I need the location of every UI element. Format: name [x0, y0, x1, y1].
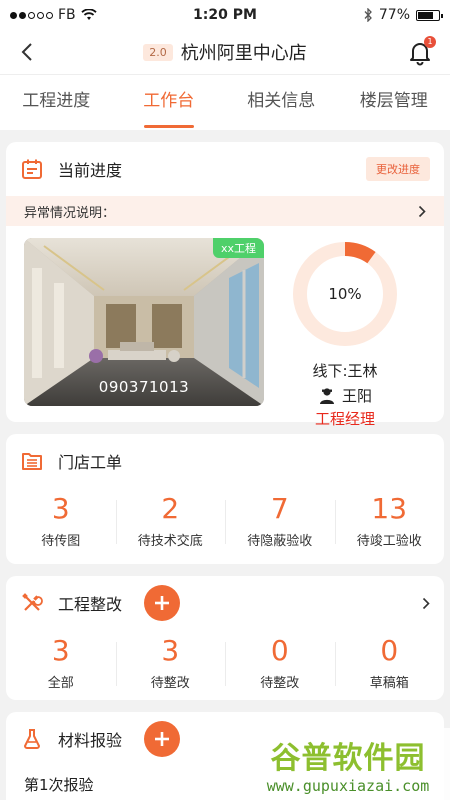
- calendar-icon: [20, 157, 44, 181]
- page-title: 杭州阿里中心店: [180, 43, 307, 64]
- signal-icon: [10, 11, 53, 19]
- manager-row[interactable]: 王阳: [318, 385, 372, 406]
- manager-role: 工程经理: [314, 410, 375, 428]
- current-progress-header: 当前进度 更改进度: [6, 142, 444, 196]
- photo-code: 090371013: [98, 378, 190, 396]
- current-progress-card: 当前进度 更改进度 异常情况说明： 090371013 xx工程 10% 线下:…: [6, 142, 444, 428]
- status-right: 77%: [363, 7, 443, 23]
- tab-related-info[interactable]: 相关信息: [225, 75, 338, 130]
- flask-icon: [20, 727, 44, 751]
- stat-label: 待整改: [260, 676, 300, 691]
- status-left: FB: [10, 7, 97, 23]
- material-inspection-title: 材料报验: [58, 731, 123, 750]
- stat-label: 全部: [47, 676, 74, 691]
- watermark-text: 谷普软件园: [270, 741, 426, 776]
- stat-value: 7: [270, 492, 289, 525]
- rectification-title: 工程整改: [58, 595, 123, 614]
- chevron-right-icon[interactable]: [422, 597, 430, 610]
- version-badge: 2.0: [143, 43, 173, 61]
- stat-value: 3: [51, 492, 70, 525]
- status-time: 1:20 PM: [193, 7, 257, 23]
- stat-label: 待技术交底: [137, 534, 203, 549]
- tab-bar: 工程进度 工作台 相关信息 楼层管理: [0, 74, 450, 130]
- store-title-group: 2.0 杭州阿里中心店: [143, 39, 307, 65]
- rectification-stats: 3 全部 3 待整改 0 待整改 0 草稿箱: [6, 630, 444, 691]
- stat-value: 0: [270, 634, 289, 667]
- add-inspection-button[interactable]: [144, 721, 181, 757]
- work-orders-title: 门店工单: [58, 453, 123, 472]
- battery-icon: [416, 9, 443, 21]
- bluetooth-icon: [364, 8, 372, 22]
- work-orders-stats: 3 待传图 2 待技术交底 7 待隐蔽验收 13 待竣工验收: [6, 488, 444, 549]
- progress-percent: 10%: [328, 285, 362, 303]
- status-bar: FB 1:20 PM 77%: [0, 0, 450, 30]
- rectification-card: 工程整改 3 全部 3 待整改 0 待整改 0 草稿箱: [6, 576, 444, 700]
- plus-icon: [155, 732, 170, 746]
- stat-all[interactable]: 3 全部: [6, 630, 116, 691]
- rectification-header: 工程整改: [6, 576, 444, 630]
- manager-name: 王阳: [341, 387, 372, 405]
- watermark: 谷普软件园 www.gupuxiazai.com: [246, 728, 450, 800]
- folder-list-icon: [20, 449, 44, 473]
- project-tag: xx工程: [212, 238, 264, 258]
- tab-floor-management[interactable]: 楼层管理: [338, 75, 450, 130]
- notification-badge: 1: [424, 36, 436, 48]
- stat-pending-upload[interactable]: 3 待传图: [6, 488, 116, 549]
- store-photo[interactable]: 090371013 xx工程: [24, 238, 264, 406]
- progress-ring: 10%: [291, 240, 399, 348]
- abnormal-explanation-row[interactable]: 异常情况说明：: [6, 196, 444, 226]
- work-orders-header: 门店工单: [6, 434, 444, 488]
- back-button[interactable]: [14, 38, 40, 66]
- stat-value: 0: [380, 634, 399, 667]
- carrier-label: FB: [58, 7, 76, 23]
- stat-label: 待整改: [150, 676, 190, 691]
- stat-label: 待隐蔽验收: [247, 534, 313, 549]
- stat-value: 3: [51, 634, 70, 667]
- nav-bar: 2.0 杭州阿里中心店 1: [0, 30, 450, 74]
- stat-to-rectify-2[interactable]: 0 待整改: [225, 630, 335, 691]
- abnormal-label: 异常情况说明：: [24, 205, 116, 221]
- stat-label: 待竣工验收: [356, 534, 422, 549]
- tools-icon: [20, 591, 44, 615]
- progress-info: 10% 线下:王林 王阳 工程经理: [264, 238, 426, 429]
- stat-label: 待传图: [41, 534, 81, 549]
- add-rectification-button[interactable]: [144, 585, 181, 621]
- stat-value: 13: [371, 492, 408, 525]
- stat-pending-concealed[interactable]: 7 待隐蔽验收: [225, 488, 335, 549]
- battery-level: [418, 11, 434, 19]
- stat-value: 2: [161, 492, 180, 525]
- stat-label: 草稿箱: [369, 676, 409, 691]
- battery-percent: 77%: [378, 7, 410, 23]
- watermark-url: www.gupuxiazai.com: [266, 777, 430, 795]
- stat-pending-completion[interactable]: 13 待竣工验收: [334, 488, 445, 549]
- plus-icon: [155, 596, 170, 610]
- person-icon: [319, 387, 334, 404]
- stat-pending-briefing[interactable]: 2 待技术交底: [115, 488, 226, 549]
- tab-workbench[interactable]: 工作台: [113, 75, 226, 130]
- work-orders-card: 门店工单 3 待传图 2 待技术交底 7 待隐蔽验收 13 待竣工验收: [6, 434, 444, 564]
- tab-project-progress[interactable]: 工程进度: [0, 75, 113, 130]
- offline-contact: 线下:王林: [312, 362, 378, 380]
- stat-value: 3: [161, 634, 180, 667]
- stat-to-rectify[interactable]: 3 待整改: [115, 630, 226, 691]
- chevron-left-icon: [21, 43, 32, 61]
- current-progress-title: 当前进度: [58, 161, 123, 180]
- progress-body: 090371013 xx工程 10% 线下:王林 王阳 工程经理: [6, 226, 444, 429]
- stat-drafts[interactable]: 0 草稿箱: [334, 630, 445, 691]
- wifi-icon: [81, 9, 97, 20]
- notification-button[interactable]: 1: [406, 36, 436, 66]
- chevron-right-icon: [418, 205, 426, 217]
- change-progress-button[interactable]: 更改进度: [366, 157, 430, 181]
